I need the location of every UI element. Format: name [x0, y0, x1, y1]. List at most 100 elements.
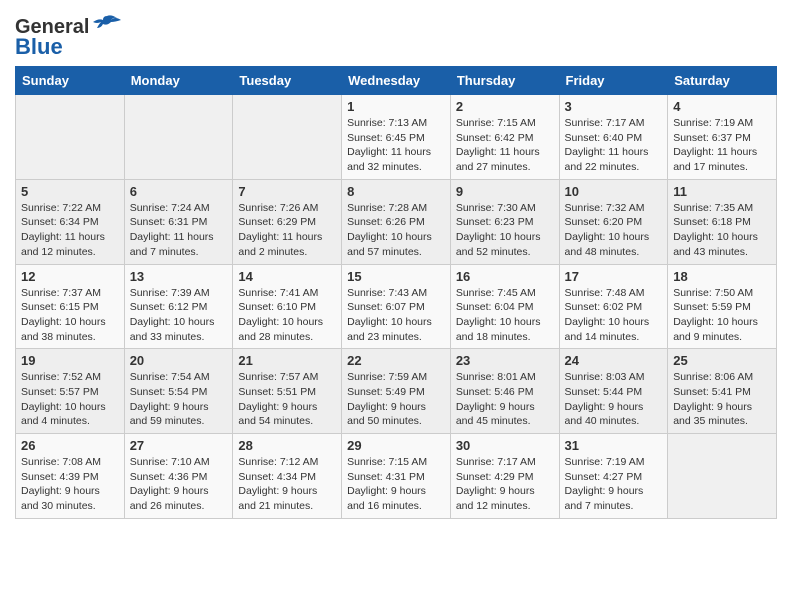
header: General Blue — [15, 10, 777, 60]
calendar-cell: 14Sunrise: 7:41 AM Sunset: 6:10 PM Dayli… — [233, 264, 342, 349]
calendar-cell: 15Sunrise: 7:43 AM Sunset: 6:07 PM Dayli… — [342, 264, 451, 349]
calendar-header-saturday: Saturday — [668, 67, 777, 95]
calendar-header-wednesday: Wednesday — [342, 67, 451, 95]
day-info: Sunrise: 7:19 AM Sunset: 4:27 PM Dayligh… — [565, 455, 663, 514]
day-number: 22 — [347, 353, 445, 368]
day-info: Sunrise: 7:19 AM Sunset: 6:37 PM Dayligh… — [673, 116, 771, 175]
day-number: 10 — [565, 184, 663, 199]
calendar-cell: 19Sunrise: 7:52 AM Sunset: 5:57 PM Dayli… — [16, 349, 125, 434]
calendar-cell: 27 Sunrise: 7:10 AM Sunset: 4:36 PM Dayli… — [124, 434, 233, 519]
day-info: Sunrise: 7:50 AM Sunset: 5:59 PM Dayligh… — [673, 286, 771, 345]
calendar-cell: 20 Sunrise: 7:54 AM Sunset: 5:54 PM Dayli… — [124, 349, 233, 434]
calendar-cell: 22Sunrise: 7:59 AM Sunset: 5:49 PM Dayli… — [342, 349, 451, 434]
day-number: 1 — [347, 99, 445, 114]
day-info: Sunrise: 7:17 AM Sunset: 6:40 PM Dayligh… — [565, 116, 663, 175]
calendar-cell: 21 Sunrise: 7:57 AM Sunset: 5:51 PM Dayli… — [233, 349, 342, 434]
day-info: Sunrise: 7:28 AM Sunset: 6:26 PM Dayligh… — [347, 201, 445, 260]
calendar-cell: 1 Sunrise: 7:13 AM Sunset: 6:45 PM Daylig… — [342, 95, 451, 180]
day-info: Sunrise: 7:12 AM Sunset: 4:34 PM Dayligh… — [238, 455, 336, 514]
calendar-cell: 5 Sunrise: 7:22 AM Sunset: 6:34 PM Daylig… — [16, 179, 125, 264]
calendar-cell: 13Sunrise: 7:39 AM Sunset: 6:12 PM Dayli… — [124, 264, 233, 349]
calendar-table: SundayMondayTuesdayWednesdayThursdayFrid… — [15, 66, 777, 519]
day-number: 20 — [130, 353, 228, 368]
calendar-week-5: 26 Sunrise: 7:08 AM Sunset: 4:39 PM Dayli… — [16, 434, 777, 519]
day-number: 15 — [347, 269, 445, 284]
day-info: Sunrise: 7:08 AM Sunset: 4:39 PM Dayligh… — [21, 455, 119, 514]
logo-bird-icon — [93, 14, 121, 32]
calendar-header-row: SundayMondayTuesdayWednesdayThursdayFrid… — [16, 67, 777, 95]
day-number: 18 — [673, 269, 771, 284]
day-number: 14 — [238, 269, 336, 284]
day-number: 9 — [456, 184, 554, 199]
calendar-cell: 29 Sunrise: 7:15 AM Sunset: 4:31 PM Dayli… — [342, 434, 451, 519]
calendar-cell: 6Sunrise: 7:24 AM Sunset: 6:31 PM Daylig… — [124, 179, 233, 264]
day-number: 11 — [673, 184, 771, 199]
calendar-cell — [668, 434, 777, 519]
day-info: Sunrise: 7:30 AM Sunset: 6:23 PM Dayligh… — [456, 201, 554, 260]
calendar-week-3: 12Sunrise: 7:37 AM Sunset: 6:15 PM Dayli… — [16, 264, 777, 349]
day-info: Sunrise: 7:48 AM Sunset: 6:02 PM Dayligh… — [565, 286, 663, 345]
day-number: 28 — [238, 438, 336, 453]
day-number: 8 — [347, 184, 445, 199]
calendar-week-4: 19Sunrise: 7:52 AM Sunset: 5:57 PM Dayli… — [16, 349, 777, 434]
calendar-week-1: 1 Sunrise: 7:13 AM Sunset: 6:45 PM Daylig… — [16, 95, 777, 180]
day-number: 2 — [456, 99, 554, 114]
day-info: Sunrise: 7:10 AM Sunset: 4:36 PM Dayligh… — [130, 455, 228, 514]
calendar-cell: 25Sunrise: 8:06 AM Sunset: 5:41 PM Dayli… — [668, 349, 777, 434]
calendar-cell: 31Sunrise: 7:19 AM Sunset: 4:27 PM Dayli… — [559, 434, 668, 519]
day-info: Sunrise: 7:15 AM Sunset: 4:31 PM Dayligh… — [347, 455, 445, 514]
day-info: Sunrise: 7:57 AM Sunset: 5:51 PM Dayligh… — [238, 370, 336, 429]
calendar-cell: 24 Sunrise: 8:03 AM Sunset: 5:44 PM Dayli… — [559, 349, 668, 434]
day-info: Sunrise: 7:52 AM Sunset: 5:57 PM Dayligh… — [21, 370, 119, 429]
calendar-cell: 8 Sunrise: 7:28 AM Sunset: 6:26 PM Daylig… — [342, 179, 451, 264]
calendar-cell — [16, 95, 125, 180]
day-number: 7 — [238, 184, 336, 199]
calendar-header-monday: Monday — [124, 67, 233, 95]
day-number: 30 — [456, 438, 554, 453]
day-number: 27 — [130, 438, 228, 453]
day-number: 6 — [130, 184, 228, 199]
calendar-cell: 23 Sunrise: 8:01 AM Sunset: 5:46 PM Dayli… — [450, 349, 559, 434]
calendar-cell: 10 Sunrise: 7:32 AM Sunset: 6:20 PM Dayli… — [559, 179, 668, 264]
calendar-header-tuesday: Tuesday — [233, 67, 342, 95]
day-number: 21 — [238, 353, 336, 368]
calendar-cell: 7 Sunrise: 7:26 AM Sunset: 6:29 PM Daylig… — [233, 179, 342, 264]
day-info: Sunrise: 7:35 AM Sunset: 6:18 PM Dayligh… — [673, 201, 771, 260]
calendar-cell: 30 Sunrise: 7:17 AM Sunset: 4:29 PM Dayli… — [450, 434, 559, 519]
calendar-cell: 11 Sunrise: 7:35 AM Sunset: 6:18 PM Dayli… — [668, 179, 777, 264]
calendar-cell: 3Sunrise: 7:17 AM Sunset: 6:40 PM Daylig… — [559, 95, 668, 180]
day-info: Sunrise: 8:01 AM Sunset: 5:46 PM Dayligh… — [456, 370, 554, 429]
calendar-header-thursday: Thursday — [450, 67, 559, 95]
day-info: Sunrise: 7:37 AM Sunset: 6:15 PM Dayligh… — [21, 286, 119, 345]
calendar-cell — [124, 95, 233, 180]
day-number: 24 — [565, 353, 663, 368]
day-number: 23 — [456, 353, 554, 368]
page-container: General Blue SundayMondayTuesdayWednesda… — [0, 0, 792, 529]
calendar-week-2: 5 Sunrise: 7:22 AM Sunset: 6:34 PM Daylig… — [16, 179, 777, 264]
day-info: Sunrise: 7:39 AM Sunset: 6:12 PM Dayligh… — [130, 286, 228, 345]
day-number: 5 — [21, 184, 119, 199]
day-info: Sunrise: 7:22 AM Sunset: 6:34 PM Dayligh… — [21, 201, 119, 260]
logo-blue: Blue — [15, 34, 63, 60]
calendar-header-friday: Friday — [559, 67, 668, 95]
calendar-cell: 18 Sunrise: 7:50 AM Sunset: 5:59 PM Dayli… — [668, 264, 777, 349]
day-info: Sunrise: 7:26 AM Sunset: 6:29 PM Dayligh… — [238, 201, 336, 260]
day-info: Sunrise: 7:15 AM Sunset: 6:42 PM Dayligh… — [456, 116, 554, 175]
day-info: Sunrise: 7:32 AM Sunset: 6:20 PM Dayligh… — [565, 201, 663, 260]
day-info: Sunrise: 7:54 AM Sunset: 5:54 PM Dayligh… — [130, 370, 228, 429]
day-number: 16 — [456, 269, 554, 284]
day-info: Sunrise: 8:03 AM Sunset: 5:44 PM Dayligh… — [565, 370, 663, 429]
calendar-cell: 4Sunrise: 7:19 AM Sunset: 6:37 PM Daylig… — [668, 95, 777, 180]
calendar-cell: 2 Sunrise: 7:15 AM Sunset: 6:42 PM Daylig… — [450, 95, 559, 180]
day-number: 29 — [347, 438, 445, 453]
calendar-cell: 17 Sunrise: 7:48 AM Sunset: 6:02 PM Dayli… — [559, 264, 668, 349]
day-number: 26 — [21, 438, 119, 453]
day-number: 17 — [565, 269, 663, 284]
calendar-cell: 26 Sunrise: 7:08 AM Sunset: 4:39 PM Dayli… — [16, 434, 125, 519]
logo: General Blue — [15, 10, 121, 60]
day-info: Sunrise: 7:17 AM Sunset: 4:29 PM Dayligh… — [456, 455, 554, 514]
day-info: Sunrise: 7:13 AM Sunset: 6:45 PM Dayligh… — [347, 116, 445, 175]
day-number: 25 — [673, 353, 771, 368]
calendar-header-sunday: Sunday — [16, 67, 125, 95]
calendar-cell: 12Sunrise: 7:37 AM Sunset: 6:15 PM Dayli… — [16, 264, 125, 349]
